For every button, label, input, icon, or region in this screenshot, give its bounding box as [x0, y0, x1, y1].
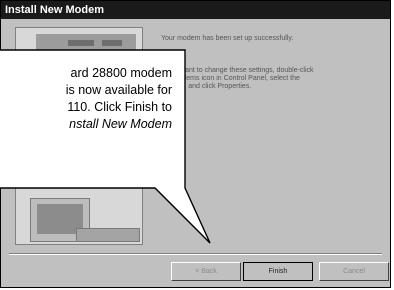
callout-line-1: ard 28800 modem	[70, 66, 172, 80]
callout-balloon	[0, 49, 211, 244]
callout-line-3: 110. Click Finish to	[67, 100, 172, 114]
callout-line-4: nstall New Modem	[69, 117, 172, 131]
callout-text: ard 28800 modem is now available for 110…	[0, 65, 172, 133]
callout-line-2: is now available for	[65, 83, 172, 97]
